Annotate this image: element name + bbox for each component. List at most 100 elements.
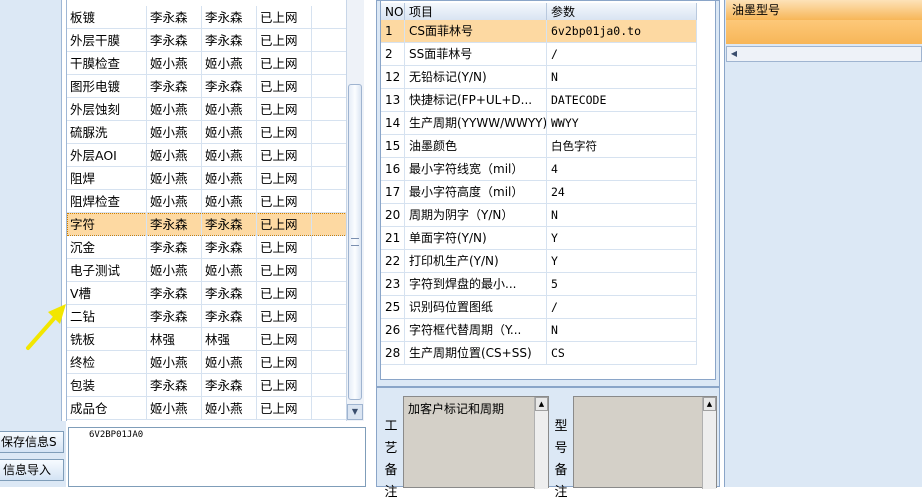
table-row[interactable]: 外层蚀刻 姬小燕 姬小燕 已上网 [67, 98, 347, 121]
table-row[interactable]: 17 最小字符高度（mil） 24 [381, 181, 697, 204]
scroll-left-arrow-icon[interactable]: ◀ [727, 47, 741, 61]
param-no-cell: 1 [381, 20, 405, 43]
scroll-down-arrow-icon[interactable]: ▼ [347, 404, 363, 420]
table-row[interactable]: 15 油墨颜色 白色字符 [381, 135, 697, 158]
table-row[interactable]: 2 SS面菲林号 / [381, 43, 697, 66]
process-notes-text: 加客户标记和周期 [408, 402, 505, 416]
table-row[interactable]: 硫脲洗 姬小燕 姬小燕 已上网 [67, 121, 347, 144]
empty-cell [312, 144, 347, 167]
empty-cell [312, 6, 347, 29]
header-no[interactable]: NO [381, 3, 405, 21]
process-notes-scrollbar[interactable]: ▲ [534, 397, 548, 489]
empty-cell [312, 259, 347, 282]
empty-cell [312, 305, 347, 328]
operator-cell: 姬小燕 [147, 190, 202, 213]
table-row[interactable]: 板镀 李永森 李永森 已上网 [67, 6, 347, 29]
table-row[interactable]: 21 单面字符(Y/N) Y [381, 227, 697, 250]
table-row[interactable]: 沉金 李永森 李永森 已上网 [67, 236, 347, 259]
process-table: 板镀 李永森 李永森 已上网 外层干膜 李永森 李永森 已上网 干膜检查 姬小燕 姬小燕 已上网 图形电… [66, 0, 347, 421]
checker-cell: 李永森 [202, 75, 257, 98]
table-row[interactable]: 图形电镀 李永森 李永森 已上网 [67, 75, 347, 98]
param-item-cell: 无铅标记(Y/N) [405, 66, 547, 89]
empty-cell [312, 98, 347, 121]
info-import-button[interactable]: 信息导入 [0, 459, 64, 481]
table-row[interactable]: 20 周期为阴字（Y/N） N [381, 204, 697, 227]
table-row[interactable]: 外层干膜 李永森 李永森 已上网 [67, 29, 347, 52]
param-no-cell: 26 [381, 319, 405, 342]
model-notes-scrollbar[interactable]: ▲ [702, 397, 716, 489]
ink-model-row[interactable] [726, 20, 922, 44]
process-name-cell: 终检 [67, 351, 147, 374]
empty-cell [312, 328, 347, 351]
param-value-cell: Y [547, 250, 697, 273]
table-row[interactable]: 包装 李永森 李永森 已上网 [67, 374, 347, 397]
table-row[interactable]: 12 无铅标记(Y/N) N [381, 66, 697, 89]
params-table: NO 项目 参数 1 CS面菲林号 6v2bp01ja0.to 2 SS面菲林号/12 无… [380, 0, 716, 380]
model-notes-memo[interactable]: ▲ [573, 396, 717, 489]
param-item-cell: 字符到焊盘的最小... [405, 273, 547, 296]
status-cell: 已上网 [257, 328, 312, 351]
param-value-cell: WWYY [547, 112, 697, 135]
param-value-cell: Y [547, 227, 697, 250]
table-row[interactable]: 外层AOI 姬小燕 姬小燕 已上网 [67, 144, 347, 167]
param-value-cell: / [547, 43, 697, 66]
table-row[interactable]: 阻焊 姬小燕 姬小燕 已上网 [67, 167, 347, 190]
table-row[interactable]: 23 字符到焊盘的最小... 5 [381, 273, 697, 296]
operator-cell: 李永森 [147, 29, 202, 52]
table-row[interactable]: 25 识别码位置图纸 / [381, 296, 697, 319]
item-code-box[interactable]: 6V2BP01JA0 [68, 427, 366, 487]
param-item-cell: 打印机生产(Y/N) [405, 250, 547, 273]
table-row[interactable]: 26 字符框代替周期（Y... N [381, 319, 697, 342]
table-row[interactable]: 16 最小字符线宽（mil） 4 [381, 158, 697, 181]
checker-cell: 姬小燕 [202, 98, 257, 121]
checker-cell: 李永森 [202, 236, 257, 259]
param-item-cell: 周期为阴字（Y/N） [405, 204, 547, 227]
notes-area: 工艺备注 加客户标记和周期 ▲ 型号备注 ▲ [376, 387, 720, 500]
table-row[interactable]: 干膜检查 姬小燕 姬小燕 已上网 [67, 52, 347, 75]
save-info-button[interactable]: 保存信息S [0, 431, 64, 453]
table-row[interactable]: 1 CS面菲林号 6v2bp01ja0.to [381, 20, 697, 43]
operator-cell: 林强 [147, 328, 202, 351]
header-param[interactable]: 参数 [547, 3, 697, 21]
table-row[interactable]: 字符 李永森 李永森 已上网 [67, 213, 347, 236]
table-row[interactable]: 13 快捷标记(FP+UL+D... DATECODE [381, 89, 697, 112]
table-row[interactable]: 二钻 李永森 李永森 已上网 [67, 305, 347, 328]
left-button-area: 保存信息S 信息导入 [0, 421, 66, 487]
operator-cell: 姬小燕 [147, 98, 202, 121]
checker-cell: 姬小燕 [202, 167, 257, 190]
param-no-cell: 20 [381, 204, 405, 227]
ink-model-header[interactable]: 油墨型号 [726, 0, 922, 20]
scroll-up-arrow-icon[interactable]: ▲ [535, 397, 548, 411]
param-item-cell: 油墨颜色 [405, 135, 547, 158]
checker-cell: 姬小燕 [202, 144, 257, 167]
process-notes-label: 工艺备注 [383, 416, 399, 504]
empty-cell [312, 52, 347, 75]
table-row[interactable]: 终检 姬小燕 姬小燕 已上网 [67, 351, 347, 374]
operator-cell: 姬小燕 [147, 52, 202, 75]
table-row[interactable]: 22 打印机生产(Y/N) Y [381, 250, 697, 273]
process-name-cell: 外层蚀刻 [67, 98, 147, 121]
status-cell: 已上网 [257, 29, 312, 52]
table-row[interactable]: 成品仓 姬小燕 姬小燕 已上网 [67, 397, 347, 420]
ink-horizontal-scrollbar[interactable] [726, 46, 922, 62]
table-row[interactable]: V槽 李永森 李永森 已上网 [67, 282, 347, 305]
param-item-cell: 字符框代替周期（Y... [405, 319, 547, 342]
param-item-cell: CS面菲林号 [405, 20, 547, 43]
process-name-cell: 板镀 [67, 6, 147, 29]
param-item-cell: 识别码位置图纸 [405, 296, 547, 319]
header-item[interactable]: 项目 [405, 3, 547, 21]
table-row[interactable]: 28 生产周期位置(CS+SS) CS [381, 342, 697, 365]
scroll-up-arrow-icon[interactable]: ▲ [703, 397, 716, 411]
status-cell: 已上网 [257, 374, 312, 397]
status-cell: 已上网 [257, 236, 312, 259]
table-row[interactable]: 铣板 林强 林强 已上网 [67, 328, 347, 351]
item-code-text: 6V2BP01JA0 [89, 430, 144, 440]
table-row[interactable]: 阻焊检查 姬小燕 姬小燕 已上网 [67, 190, 347, 213]
checker-cell: 姬小燕 [202, 259, 257, 282]
param-value-cell: 5 [547, 273, 697, 296]
table-row[interactable]: 14 生产周期(YYWW/WWYY) WWYY [381, 112, 697, 135]
table-row[interactable]: 电子测试 姬小燕 姬小燕 已上网 [67, 259, 347, 282]
empty-cell [312, 190, 347, 213]
param-item-cell: 快捷标记(FP+UL+D... [405, 89, 547, 112]
process-notes-memo[interactable]: 加客户标记和周期 ▲ [403, 396, 549, 489]
